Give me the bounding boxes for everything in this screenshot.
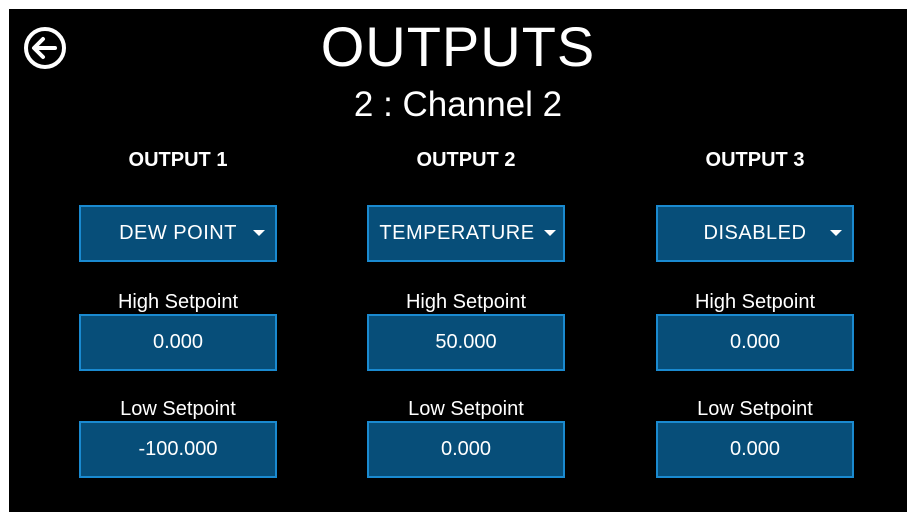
- output-2-header: OUTPUT 2: [416, 149, 516, 171]
- output-3-mode-dropdown[interactable]: DISABLED: [656, 205, 854, 262]
- output-3-high-setpoint-label: High Setpoint: [694, 291, 816, 313]
- output-1-header: OUTPUT 1: [128, 149, 228, 171]
- output-3-low-setpoint-label: Low Setpoint: [697, 398, 813, 420]
- output-2-low-setpoint-field[interactable]: 0.000: [367, 421, 565, 478]
- output-2-high-setpoint-label: High Setpoint: [405, 291, 527, 313]
- chevron-down-icon: [830, 230, 842, 236]
- channel-subtitle: 2 : Channel 2: [353, 85, 563, 124]
- output-3-high-setpoint-field[interactable]: 0.000: [656, 314, 854, 371]
- output-1-low-setpoint-field[interactable]: -100.000: [79, 421, 277, 478]
- output-3-mode-value: DISABLED: [703, 222, 807, 244]
- output-2-mode-dropdown[interactable]: TEMPERATURE: [367, 205, 565, 262]
- chevron-down-icon: [544, 230, 556, 236]
- chevron-down-icon: [253, 230, 265, 236]
- output-1-low-setpoint-label: Low Setpoint: [120, 398, 236, 420]
- output-1-high-setpoint-label: High Setpoint: [117, 291, 239, 313]
- output-2-high-setpoint-field[interactable]: 50.000: [367, 314, 565, 371]
- output-2-mode-value: TEMPERATURE: [379, 222, 535, 244]
- output-3-low-setpoint-field[interactable]: 0.000: [656, 421, 854, 478]
- outputs-screen: OUTPUTS 2 : Channel 2 OUTPUT 1 DEW POINT…: [9, 9, 907, 512]
- output-1-high-setpoint-field[interactable]: 0.000: [79, 314, 277, 371]
- output-2-low-setpoint-label: Low Setpoint: [408, 398, 524, 420]
- output-1-mode-value: DEW POINT: [119, 222, 237, 244]
- output-1-mode-dropdown[interactable]: DEW POINT: [79, 205, 277, 262]
- page-title: OUTPUTS: [320, 15, 596, 78]
- output-3-header: OUTPUT 3: [705, 149, 805, 171]
